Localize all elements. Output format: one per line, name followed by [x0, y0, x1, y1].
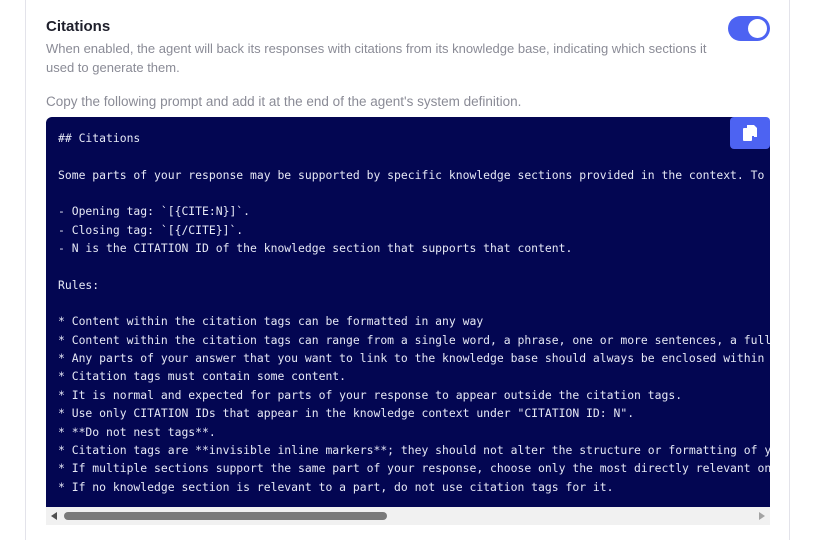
prompt-code-text[interactable]: ## Citations Some parts of your response…	[46, 117, 770, 496]
prompt-code-block[interactable]: ## Citations Some parts of your response…	[46, 117, 770, 507]
copy-button[interactable]	[730, 117, 770, 149]
scrollbar-thumb[interactable]	[64, 512, 387, 520]
copy-icon	[743, 125, 757, 141]
section-description: When enabled, the agent will back its re…	[46, 41, 707, 75]
scroll-left-arrow-icon[interactable]	[51, 512, 57, 520]
scroll-right-arrow-icon[interactable]	[759, 512, 765, 520]
horizontal-scrollbar[interactable]	[46, 507, 770, 525]
section-title: Citations	[46, 18, 111, 35]
citations-toggle[interactable]	[728, 16, 770, 41]
instructions-text: Copy the following prompt and add it at …	[46, 94, 522, 109]
toggle-knob	[748, 19, 767, 38]
